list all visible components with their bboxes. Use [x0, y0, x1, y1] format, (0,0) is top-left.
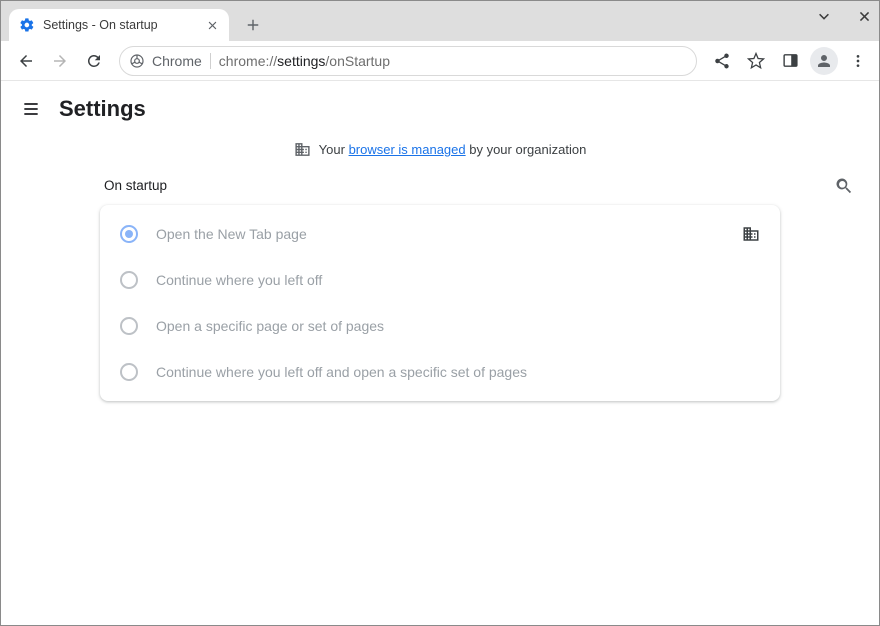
chrome-logo-icon [128, 52, 146, 70]
new-tab-button[interactable] [239, 11, 267, 39]
radio-unselected-icon [120, 317, 138, 335]
side-panel-button[interactable] [775, 46, 805, 76]
back-button[interactable] [11, 46, 41, 76]
startup-option-new-tab[interactable]: Open the New Tab page [100, 211, 780, 257]
gear-icon [19, 17, 35, 33]
browser-tab[interactable]: Settings - On startup [9, 9, 229, 41]
window-titlebar: Settings - On startup [1, 1, 879, 41]
section-heading: On startup [100, 172, 780, 205]
window-controls [815, 7, 873, 25]
window-minimize-button[interactable] [815, 7, 833, 25]
startup-card: Open the New Tab page Continue where you… [100, 205, 780, 401]
search-settings-container [831, 173, 857, 199]
menu-button[interactable] [17, 95, 45, 123]
settings-page: Settings Your browser is managed by your… [1, 81, 879, 625]
omnibox-origin-label: Chrome [152, 53, 211, 69]
person-icon [810, 47, 838, 75]
option-label: Open a specific page or set of pages [156, 318, 384, 334]
startup-section: On startup Open the New Tab page Continu… [100, 172, 780, 401]
forward-button[interactable] [45, 46, 75, 76]
address-bar[interactable]: Chrome chrome://settings/onStartup [119, 46, 697, 76]
bookmark-button[interactable] [741, 46, 771, 76]
managed-link[interactable]: browser is managed [349, 142, 466, 157]
page-title: Settings [59, 96, 146, 122]
share-button[interactable] [707, 46, 737, 76]
settings-header: Settings [1, 81, 879, 137]
browser-toolbar: Chrome chrome://settings/onStartup [1, 41, 879, 81]
search-settings-button[interactable] [831, 173, 857, 199]
business-icon [294, 141, 311, 158]
profile-button[interactable] [809, 46, 839, 76]
policy-business-icon [742, 225, 760, 243]
startup-option-continue-and-specific[interactable]: Continue where you left off and open a s… [100, 349, 780, 395]
managed-banner: Your browser is managed by your organiza… [1, 141, 879, 172]
radio-unselected-icon [120, 271, 138, 289]
option-label: Open the New Tab page [156, 226, 307, 242]
startup-option-specific-pages[interactable]: Open a specific page or set of pages [100, 303, 780, 349]
close-tab-button[interactable] [205, 18, 219, 32]
tab-title: Settings - On startup [43, 18, 197, 32]
startup-option-continue[interactable]: Continue where you left off [100, 257, 780, 303]
option-label: Continue where you left off and open a s… [156, 364, 527, 380]
omnibox-url: chrome://settings/onStartup [219, 53, 390, 69]
reload-button[interactable] [79, 46, 109, 76]
browser-menu-button[interactable] [843, 46, 873, 76]
window-close-button[interactable] [855, 7, 873, 25]
radio-selected-icon [120, 225, 138, 243]
radio-unselected-icon [120, 363, 138, 381]
managed-banner-text: Your browser is managed by your organiza… [319, 142, 587, 157]
option-label: Continue where you left off [156, 272, 322, 288]
